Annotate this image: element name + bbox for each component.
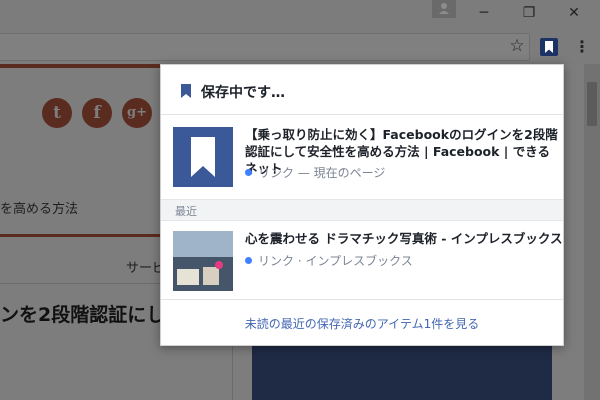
close-window-button[interactable]: ✕: [560, 3, 588, 23]
profile-button[interactable]: [432, 0, 456, 18]
thumbnail-sky: [173, 231, 233, 257]
facebook-icon[interactable]: f: [82, 98, 112, 128]
popup-footer: 未読の最近の保存済みのアイテム1件を見る: [161, 299, 563, 345]
page-divider: [0, 283, 170, 284]
thumbnail-card: [203, 267, 219, 285]
recent-item-title[interactable]: 心を震わせる ドラマチック写真術 - インプレスブックス: [245, 230, 563, 247]
recent-item-meta: リンク · インプレスブックス: [245, 252, 413, 269]
bookmark-icon: [181, 84, 191, 98]
page-scrollbar-thumb[interactable]: [587, 82, 597, 126]
maximize-button[interactable]: ❐: [515, 3, 543, 23]
recent-item-meta-text: リンク · インプレスブックス: [258, 254, 413, 268]
view-saved-items-link[interactable]: 未読の最近の保存済みのアイテム1件を見る: [161, 315, 563, 332]
recent-item-thumbnail[interactable]: [173, 231, 233, 291]
link-dot-icon: [245, 169, 252, 176]
bookmark-icon: [545, 41, 553, 53]
popup-title: 保存中です…: [201, 85, 285, 101]
twitter-icon[interactable]: t: [42, 98, 72, 128]
popup-header: 保存中です…: [161, 65, 563, 115]
user-icon: [439, 3, 449, 14]
page-heading: ンを2段階認証にし: [0, 304, 166, 326]
thumbnail-badge: [215, 261, 223, 269]
page-blue-block: [252, 344, 552, 400]
save-popup: 保存中です… 【乗っ取り防止に効く】Facebookのログインを2段階認証にして…: [160, 64, 564, 346]
saved-item-meta: リンク — 現在のページ: [245, 164, 385, 181]
extension-icon-bg: [540, 38, 558, 56]
bookmark-star-icon[interactable]: ☆: [507, 35, 527, 57]
bookmark-icon: [191, 137, 215, 177]
facebook-save-extension-button[interactable]: [537, 35, 561, 59]
recent-section-label: 最近: [175, 205, 197, 218]
saved-item-meta-text: リンク — 現在のページ: [258, 166, 386, 180]
link-dot-icon: [245, 257, 252, 264]
recent-section-header: 最近: [161, 199, 563, 221]
google-plus-icon[interactable]: g+: [122, 98, 152, 128]
minimize-button[interactable]: ─: [470, 3, 498, 23]
browser-menu-icon[interactable]: ⋮: [574, 37, 590, 57]
page-caption: を高める方法: [0, 202, 79, 217]
title-bar: ─ ❐ ✕: [0, 0, 600, 30]
saved-item-thumbnail[interactable]: [173, 127, 233, 187]
address-bar[interactable]: [0, 33, 530, 61]
thumbnail-card: [177, 269, 199, 285]
